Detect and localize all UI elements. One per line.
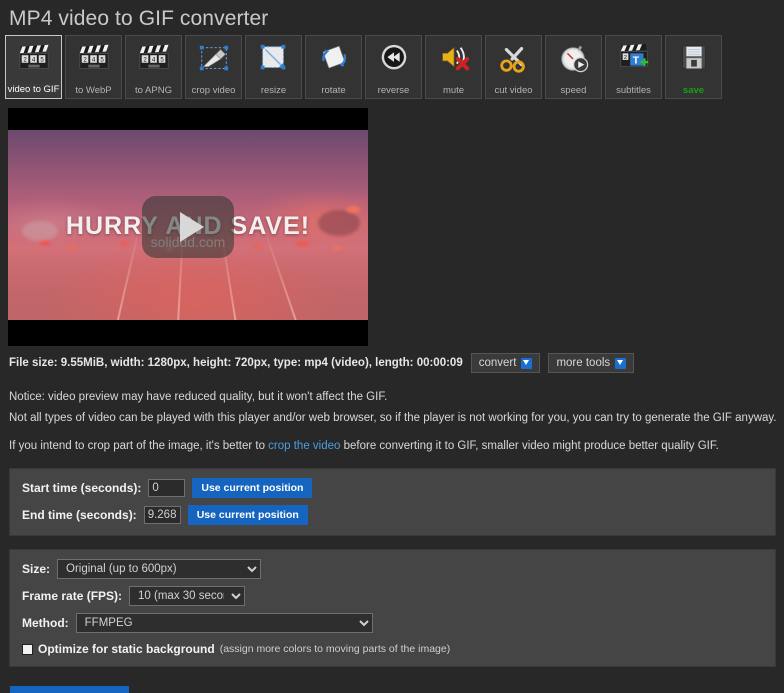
start-time-row: Start time (seconds): Use current positi… [22, 478, 763, 499]
stopwatch-icon [560, 45, 588, 73]
end-use-current-position-button[interactable]: Use current position [187, 505, 308, 526]
notice-line-3: If you intend to crop part of the image,… [9, 438, 784, 455]
subtitles-icon: 2 T [619, 43, 648, 67]
tool-label: save [682, 84, 705, 96]
video-player[interactable]: HURRY AND SAVE! soliddd.com [8, 108, 368, 346]
chevron-down-icon [521, 357, 533, 369]
tool-label: resize [260, 84, 287, 96]
svg-text:2: 2 [623, 55, 626, 61]
size-label: Size: [22, 562, 51, 577]
clapperboard-icon: 2 4 5 [19, 44, 49, 69]
tool-button-subtitles[interactable]: 2 T subtitles [605, 35, 662, 99]
play-icon [179, 212, 204, 242]
tool-button-speed[interactable]: speed [545, 35, 602, 99]
resize-icon [260, 44, 285, 70]
tool-toolbar: 2 4 5 video to GIF 2 4 5 to WebP 2 4 5 t… [0, 31, 784, 99]
svg-text:2: 2 [143, 56, 147, 63]
tool-label: rotate [321, 84, 346, 96]
tool-label: crop video [191, 84, 236, 96]
method-row: Method: FFMPEG [22, 613, 763, 634]
tool-label: reverse [377, 84, 410, 96]
notice-line-1: Notice: video preview may have reduced q… [9, 391, 388, 403]
end-time-label: End time (seconds): [22, 508, 137, 523]
svg-text:4: 4 [31, 56, 35, 63]
tool-button-crop-video[interactable]: crop video [185, 35, 242, 99]
speaker-mute-icon [441, 46, 469, 71]
tool-button-reverse[interactable]: reverse [365, 35, 422, 99]
tool-label: mute [442, 84, 465, 96]
tool-button-to-apng[interactable]: 2 4 5 to APNG [125, 35, 182, 99]
tool-button-save[interactable]: save [665, 35, 722, 99]
time-settings-panel: Start time (seconds): Use current positi… [9, 468, 776, 537]
tool-label: to APNG [135, 84, 172, 96]
start-time-input[interactable] [148, 479, 186, 498]
tool-label: cut video [494, 84, 533, 96]
tool-button-video-to-gif[interactable]: 2 4 5 video to GIF [5, 35, 62, 99]
tool-label: video to GIF [5, 83, 62, 95]
tool-label: to WebP [75, 84, 112, 96]
svg-text:4: 4 [151, 56, 155, 63]
options-panel: Size: Original (up to 600px) Frame rate … [9, 549, 776, 668]
tool-button-rotate[interactable]: rotate [305, 35, 362, 99]
file-info-row: File size: 9.55MiB, width: 1280px, heigh… [9, 353, 784, 373]
method-label: Method: [22, 616, 69, 631]
scissors-icon [499, 47, 525, 73]
notice-line-3-suffix: before converting it to GIF, smaller vid… [340, 440, 719, 453]
tool-button-resize[interactable]: resize [245, 35, 302, 99]
rewind-icon [381, 44, 406, 70]
optimize-row: Optimize for static background (assign m… [22, 642, 763, 656]
more-tools-dropdown-label: more tools [556, 357, 611, 369]
notices-block: Notice: video preview may have reduced q… [9, 389, 784, 455]
tool-button-mute[interactable]: mute [425, 35, 482, 99]
file-info-text: File size: 9.55MiB, width: 1280px, heigh… [9, 357, 463, 369]
end-time-row: End time (seconds): Use current position [22, 505, 763, 526]
fps-label: Frame rate (FPS): [22, 589, 123, 604]
notice-line-2: Not all types of video can be played wit… [9, 411, 777, 424]
fps-row: Frame rate (FPS): 10 (max 30 seconds) [22, 586, 763, 607]
method-select[interactable]: FFMPEG [75, 613, 373, 634]
convert-action-area: Convert to GIF! [10, 686, 784, 693]
svg-text:T: T [632, 56, 639, 67]
chevron-down-icon [615, 357, 627, 369]
svg-text:5: 5 [160, 56, 164, 63]
crop-the-video-link[interactable]: crop the video [268, 440, 340, 452]
convert-to-gif-button[interactable]: Convert to GIF! [10, 686, 129, 693]
size-row: Size: Original (up to 600px) [22, 559, 763, 580]
more-tools-dropdown-button[interactable]: more tools [548, 353, 635, 373]
page-title: MP4 video to GIF converter [9, 7, 269, 30]
notice-line-3-prefix: If you intend to crop part of the image,… [9, 440, 269, 453]
end-time-input[interactable] [143, 506, 181, 525]
svg-text:2: 2 [23, 56, 27, 63]
start-time-label: Start time (seconds): [22, 481, 142, 496]
tool-label: subtitles [616, 84, 651, 96]
clapperboard-icon: 2 4 5 [139, 44, 169, 69]
svg-text:5: 5 [100, 56, 104, 63]
crop-icon [199, 45, 228, 71]
size-select[interactable]: Original (up to 600px) [57, 559, 262, 580]
clapperboard-icon: 2 4 5 [79, 44, 109, 69]
svg-text:4: 4 [91, 56, 95, 63]
svg-text:2: 2 [83, 56, 87, 63]
fps-select[interactable]: 10 (max 30 seconds) [129, 586, 246, 607]
svg-text:5: 5 [40, 56, 44, 63]
tool-button-to-webp[interactable]: 2 4 5 to WebP [65, 35, 122, 99]
tool-button-cut-video[interactable]: cut video [485, 35, 542, 99]
start-use-current-position-button[interactable]: Use current position [192, 478, 313, 499]
floppy-disk-icon [681, 45, 706, 69]
convert-dropdown-label: convert [478, 357, 517, 369]
rotate-icon [321, 45, 346, 69]
optimize-label: Optimize for static background [38, 642, 215, 657]
optimize-hint: (assign more colors to moving parts of t… [219, 643, 451, 656]
convert-dropdown-button[interactable]: convert [470, 353, 541, 373]
play-button[interactable] [142, 196, 234, 258]
tool-label: speed [560, 84, 587, 96]
optimize-static-background-checkbox[interactable] [22, 643, 33, 655]
